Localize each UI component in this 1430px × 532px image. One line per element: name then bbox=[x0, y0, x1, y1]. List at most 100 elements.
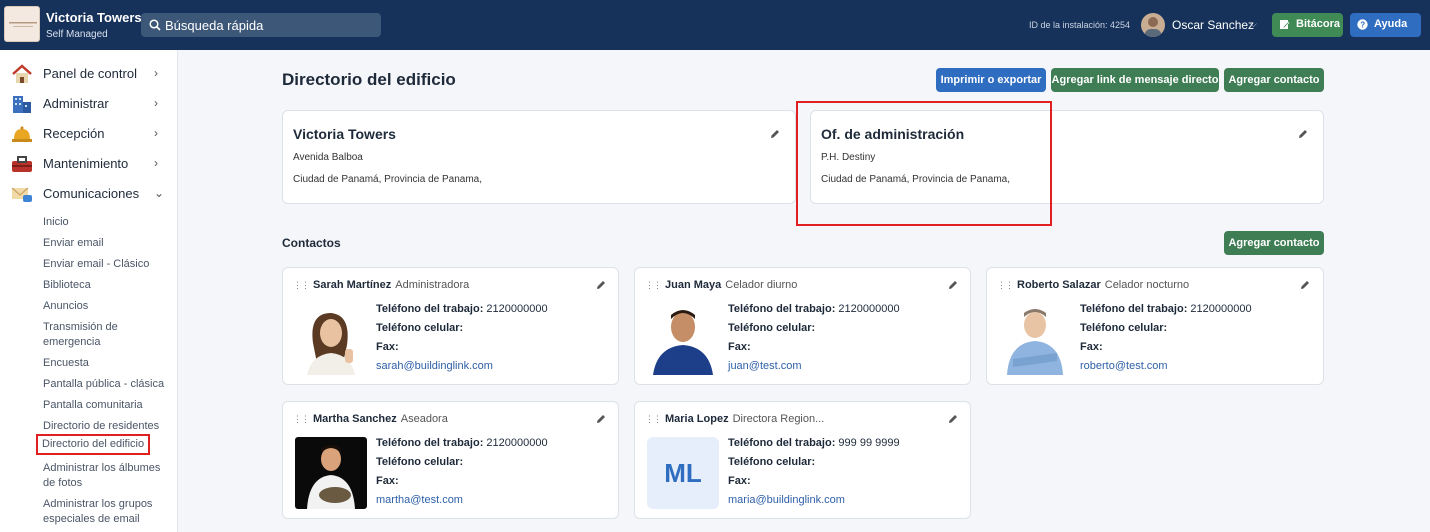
sidebar-item-admin[interactable]: Administrar › bbox=[0, 89, 178, 119]
cell-phone-line: Teléfono celular: bbox=[728, 456, 815, 468]
work-phone-label: Teléfono del trabajo: bbox=[376, 303, 484, 315]
work-phone: 999 99 9999 bbox=[838, 437, 900, 449]
cell-phone-line: Teléfono celular: bbox=[728, 322, 815, 334]
add-contact-button[interactable]: Agregar contacto bbox=[1224, 68, 1324, 92]
building-logo[interactable] bbox=[4, 6, 40, 42]
contact-card[interactable]: ⋮⋮ Roberto Salazar Celador nocturno Teléf… bbox=[986, 267, 1324, 385]
work-phone-label: Teléfono del trabajo: bbox=[728, 303, 836, 315]
search-input[interactable]: Búsqueda rápida bbox=[141, 13, 381, 37]
cell-phone-line: Teléfono celular: bbox=[376, 456, 463, 468]
sidebar-item-panel[interactable]: Panel de control › bbox=[0, 59, 178, 89]
sidebar-item-maintenance[interactable]: Mantenimiento › bbox=[0, 149, 178, 179]
pencil-icon[interactable] bbox=[1297, 128, 1309, 140]
fax-label: Fax: bbox=[376, 341, 399, 353]
help-button[interactable]: ? Ayuda bbox=[1350, 13, 1421, 37]
work-phone-line: Teléfono del trabajo: 999 99 9999 bbox=[728, 437, 900, 449]
pencil-icon[interactable] bbox=[595, 279, 607, 291]
submenu-item[interactable]: Administrar los álbumes de fotos bbox=[43, 461, 168, 491]
cell-phone-line: Teléfono celular: bbox=[376, 322, 463, 334]
submenu-item[interactable]: Inicio bbox=[43, 215, 168, 230]
work-phone: 2120000000 bbox=[1190, 303, 1252, 315]
email-link[interactable]: martha@test.com bbox=[376, 494, 463, 506]
submenu-item[interactable]: Administrar los grupos especiales de ema… bbox=[43, 497, 168, 527]
contact-card[interactable]: ⋮⋮ Sarah Martínez Administradora Teléfono… bbox=[282, 267, 619, 385]
work-phone: 2120000000 bbox=[486, 303, 548, 315]
submenu-item[interactable]: Anuncios bbox=[43, 299, 168, 314]
submenu-item[interactable]: Enviar email - Clásico bbox=[43, 257, 168, 272]
submenu-item[interactable]: Encuesta bbox=[43, 356, 168, 371]
work-phone-label: Teléfono del trabajo: bbox=[728, 437, 836, 449]
add-contact-button-2[interactable]: Agregar contacto bbox=[1224, 231, 1324, 255]
house-icon bbox=[12, 64, 32, 83]
contact-card[interactable]: ⋮⋮ Martha Sanchez Aseadora Teléfono del t… bbox=[282, 401, 619, 519]
contact-initials: ML bbox=[647, 437, 719, 509]
contact-photo bbox=[295, 303, 367, 375]
work-phone-label: Teléfono del trabajo: bbox=[376, 437, 484, 449]
contact-name-line: Juan Maya Celador diurno bbox=[665, 279, 797, 291]
user-avatar[interactable] bbox=[1141, 13, 1165, 37]
pencil-icon[interactable] bbox=[769, 128, 781, 140]
sidebar-item-label: Comunicaciones bbox=[43, 186, 140, 201]
add-direct-link-button[interactable]: Agregar link de mensaje directo bbox=[1051, 68, 1219, 92]
submenu-item[interactable]: Biblioteca bbox=[43, 278, 168, 293]
print-export-button[interactable]: Imprimir o exportar bbox=[936, 68, 1046, 92]
svg-text:?: ? bbox=[1360, 21, 1365, 30]
fax-label: Fax: bbox=[728, 341, 751, 353]
logbook-button[interactable]: Bitácora bbox=[1272, 13, 1343, 37]
bell-icon bbox=[12, 126, 32, 142]
submenu-item[interactable]: Directorio de residentes bbox=[43, 419, 168, 434]
email-link[interactable]: maria@buildinglink.com bbox=[728, 494, 845, 506]
submenu-item[interactable]: Transmisión de emergencia bbox=[43, 320, 168, 350]
drag-handle-icon[interactable]: ⋮⋮ bbox=[293, 414, 310, 425]
sidebar-item-reception[interactable]: Recepción › bbox=[0, 119, 178, 149]
top-bar: Victoria Towers Self Managed Búsqueda rá… bbox=[0, 0, 1430, 50]
pencil-icon[interactable] bbox=[947, 279, 959, 291]
drag-handle-icon[interactable]: ⋮⋮ bbox=[645, 414, 662, 425]
contact-card[interactable]: ⋮⋮ Maria Lopez Directora Region... ML Tel… bbox=[634, 401, 971, 519]
submenu-item[interactable]: Pantalla comunitaria bbox=[43, 398, 168, 413]
contact-role: Directora Region... bbox=[732, 413, 825, 425]
address-line: Ciudad de Panamá, Provincia de Panama, bbox=[293, 174, 483, 185]
building-subtitle: Self Managed bbox=[46, 29, 108, 40]
building-icon bbox=[13, 96, 31, 113]
pencil-icon[interactable] bbox=[1299, 279, 1311, 291]
fax-line: Fax: bbox=[376, 341, 399, 353]
chevron-down-icon[interactable]: ⌵ bbox=[1250, 19, 1257, 30]
fax-label: Fax: bbox=[1080, 341, 1103, 353]
drag-handle-icon[interactable]: ⋮⋮ bbox=[997, 280, 1014, 291]
email-link[interactable]: roberto@test.com bbox=[1080, 360, 1168, 372]
email-link[interactable]: juan@test.com bbox=[728, 360, 802, 372]
drag-handle-icon[interactable]: ⋮⋮ bbox=[293, 280, 310, 291]
work-phone-label: Teléfono del trabajo: bbox=[1080, 303, 1188, 315]
fax-label: Fax: bbox=[728, 475, 751, 487]
contact-photo bbox=[647, 303, 719, 375]
pencil-note-icon bbox=[1280, 20, 1290, 29]
contact-role: Celador nocturno bbox=[1104, 279, 1190, 291]
sidebar-item-label: Panel de control bbox=[43, 66, 137, 81]
fax-line: Fax: bbox=[376, 475, 399, 487]
pencil-icon[interactable] bbox=[947, 413, 959, 425]
work-phone-line: Teléfono del trabajo: 2120000000 bbox=[376, 303, 548, 315]
section-title: Contactos bbox=[282, 236, 341, 250]
chevron-right-icon: › bbox=[154, 96, 158, 110]
user-name[interactable]: Oscar Sanchez bbox=[1172, 18, 1254, 32]
sidebar-item-communications[interactable]: Comunicaciones ⌄ bbox=[0, 179, 178, 209]
email-link[interactable]: sarah@buildinglink.com bbox=[376, 360, 493, 372]
contact-card[interactable]: ⋮⋮ Juan Maya Celador diurno Teléfono del … bbox=[634, 267, 971, 385]
submenu-item[interactable]: Pantalla pública - clásica bbox=[43, 377, 168, 392]
submenu-item[interactable]: Enviar email bbox=[43, 236, 168, 251]
drag-handle-icon[interactable]: ⋮⋮ bbox=[645, 280, 662, 291]
help-label: Ayuda bbox=[1374, 18, 1408, 30]
sidebar-item-label: Recepción bbox=[43, 126, 105, 141]
cell-phone-label: Teléfono celular: bbox=[728, 456, 816, 468]
contact-photo bbox=[999, 303, 1071, 375]
contact-name: Juan Maya bbox=[665, 279, 722, 291]
building-info-card: Victoria Towers Avenida Balboa Ciudad de… bbox=[282, 110, 796, 204]
building-name[interactable]: Victoria Towers bbox=[46, 10, 142, 25]
work-phone-line: Teléfono del trabajo: 2120000000 bbox=[376, 437, 548, 449]
page-title: Directorio del edificio bbox=[282, 70, 456, 89]
pencil-icon[interactable] bbox=[595, 413, 607, 425]
contact-role: Administradora bbox=[395, 279, 470, 291]
submenu-item-active[interactable]: Directorio del edificio bbox=[36, 434, 151, 455]
chevron-right-icon: › bbox=[154, 126, 158, 140]
